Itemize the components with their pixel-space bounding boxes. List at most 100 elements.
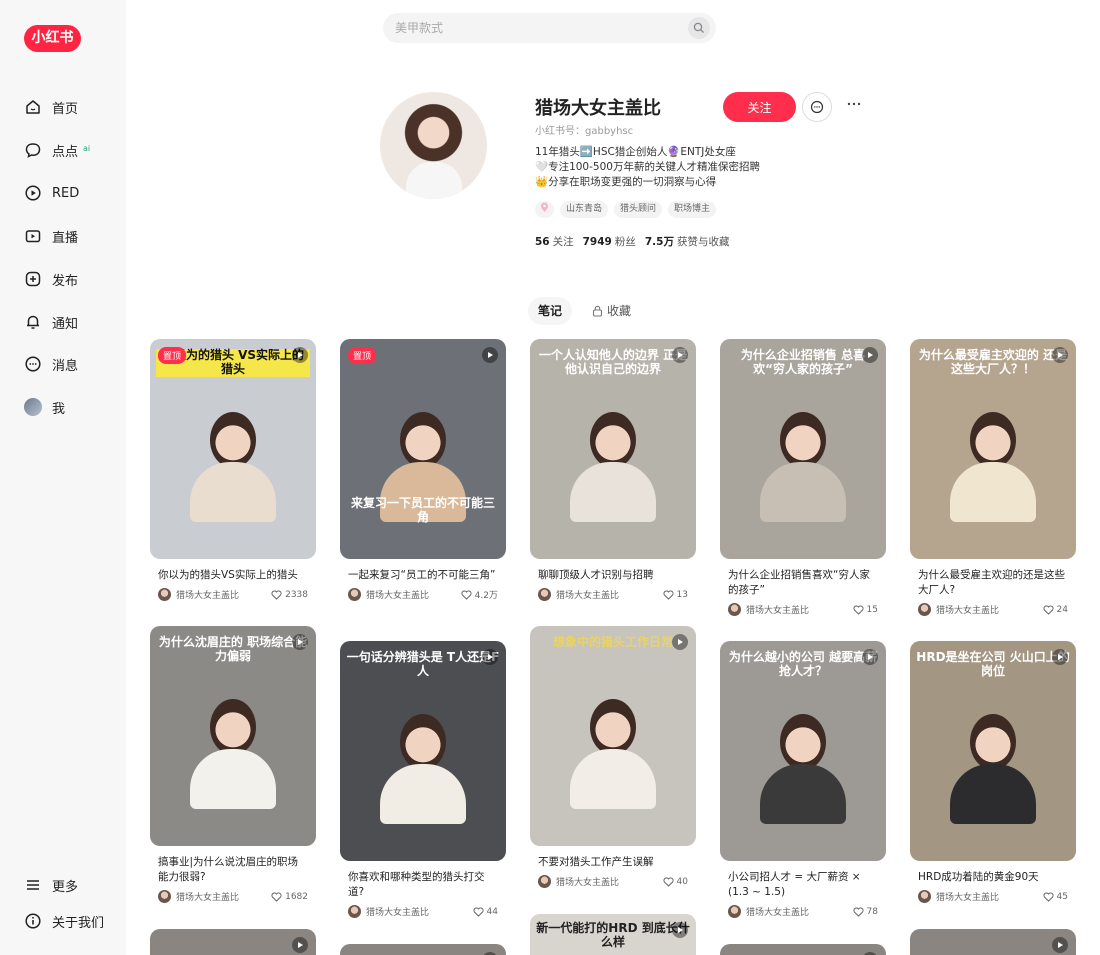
note-title[interactable]: 为什么企业招销售喜欢“穷人家的孩子” [720,568,886,598]
note-author[interactable]: 猎场大女主盖比 [348,905,429,918]
avatar [24,398,42,416]
note-card-partial[interactable] [720,944,886,955]
note-card[interactable]: HRD是坐在公司 火山口上的岗位 HRD成功着陆的黄金90天 猎场大女主盖比 4… [910,641,1076,903]
sidebar-item-me[interactable]: 我 [24,395,65,419]
note-cover[interactable]: 你以为的猎头 VS实际上的猎头 置顶 [150,339,316,559]
note-title[interactable]: 一起来复习“员工的不可能三角” [340,568,506,583]
note-card[interactable]: 你以为的猎头 VS实际上的猎头 置顶 你以为的猎头VS实际上的猎头 猎场大女主盖… [150,339,316,601]
stat-likes: 7.5万 获赞与收藏 [644,236,730,248]
note-cover[interactable]: 为什么沈眉庄的 职场综合能力偏弱 [150,626,316,846]
note-title[interactable]: 搞事业|为什么说沈眉庄的职场能力很弱? [150,855,316,885]
sidebar-item-red[interactable]: RED [24,181,79,205]
note-cover[interactable] [340,944,506,955]
note-author[interactable]: 猎场大女主盖比 [728,905,809,918]
note-cover[interactable]: 一个人认知他人的边界 正是他认识自己的边界 [530,339,696,559]
note-author[interactable]: 猎场大女主盖比 [728,603,809,616]
note-cover[interactable]: 想象中的猎头工作日常 [530,626,696,846]
like-count: 1682 [285,891,308,902]
note-card[interactable]: 来复习一下员工的不可能三角 置顶 一起来复习“员工的不可能三角” 猎场大女主盖比… [340,339,506,601]
note-card[interactable]: 为什么企业招销售 总喜欢“穷人家的孩子” 为什么企业招销售喜欢“穷人家的孩子” … [720,339,886,616]
like-button[interactable]: 44 [472,907,498,917]
note-card[interactable]: 为什么越小的公司 越要高薪抢人才？ 小公司招人才 = 大厂薪资 × (1.3 ~… [720,641,886,918]
app-logo[interactable]: 小红书 [24,25,81,52]
note-author[interactable]: 猎场大女主盖比 [918,890,999,903]
note-author[interactable]: 猎场大女主盖比 [158,588,239,601]
note-title[interactable]: 你喜欢和哪种类型的猎头打交道? [340,870,506,900]
note-title[interactable]: 不要对猎头工作产生误解 [530,855,696,870]
author-avatar [918,890,931,903]
author-name: 猎场大女主盖比 [936,606,1000,616]
like-count: 40 [676,876,688,887]
sidebar-item-label: 首页 [52,101,79,117]
note-cover[interactable]: 新一代能打的HRD 到底长什么样 [530,914,696,955]
follow-button[interactable]: 关注 [723,92,796,122]
note-card-partial[interactable] [150,929,316,955]
note-author[interactable]: 猎场大女主盖比 [158,890,239,903]
like-button[interactable]: 15 [852,605,878,615]
message-button[interactable] [802,92,832,122]
sidebar-item-messages[interactable]: 消息 [24,352,78,376]
note-cover[interactable]: 来复习一下员工的不可能三角 置顶 [340,339,506,559]
note-card[interactable]: 一句话分辨猎头是 T人还是F人 你喜欢和哪种类型的猎头打交道? 猎场大女主盖比 … [340,641,506,918]
search-button[interactable] [688,17,710,39]
note-cover[interactable]: HRD是坐在公司 火山口上的岗位 [910,641,1076,861]
sidebar-item-about[interactable]: 关于我们 [24,909,104,933]
note-card-partial[interactable] [340,944,506,955]
profile-avatar [380,92,487,199]
note-cover[interactable] [910,929,1076,955]
sidebar-item-notifications[interactable]: 通知 [24,310,78,334]
sidebar-item-live[interactable]: 直播 [24,224,78,248]
like-button[interactable]: 40 [662,876,688,887]
note-author[interactable]: 猎场大女主盖比 [538,875,619,888]
ai-badge: ai [83,143,91,153]
like-button[interactable]: 45 [1042,891,1068,902]
tab-collections[interactable]: 收藏 [582,297,641,325]
sidebar-item-home[interactable]: 首页 [24,95,78,119]
like-button[interactable]: 24 [1042,605,1068,615]
search-input[interactable] [395,21,688,35]
note-title[interactable]: 聊聊顶级人才识别与招聘 [530,568,696,583]
sidebar-item-publish[interactable]: 发布 [24,267,78,291]
like-button[interactable]: 1682 [271,892,308,902]
note-card-partial[interactable] [910,929,1076,955]
like-count: 45 [1056,891,1068,902]
cover-caption: 一个人认知他人的边界 正是他认识自己的边界 [538,348,688,376]
heart-icon [271,891,282,902]
note-author[interactable]: 猎场大女主盖比 [918,603,999,616]
note-cover[interactable]: 为什么越小的公司 越要高薪抢人才？ [720,641,886,861]
note-cover[interactable] [150,929,316,955]
sidebar-item-more[interactable]: 更多 [24,873,78,897]
note-cover[interactable]: 一句话分辨猎头是 T人还是F人 [340,641,506,861]
tab-notes[interactable]: 笔记 [528,297,573,325]
note-cover[interactable]: 为什么最受雇主欢迎的 还是这些大厂人？！ [910,339,1076,559]
note-card[interactable]: 为什么沈眉庄的 职场综合能力偏弱 搞事业|为什么说沈眉庄的职场能力很弱? 猎场大… [150,626,316,903]
sidebar-item-label: 发布 [52,273,79,289]
more-options-button[interactable] [844,96,864,116]
like-button[interactable]: 4.2万 [461,588,498,601]
note-card[interactable]: 想象中的猎头工作日常 不要对猎头工作产生误解 猎场大女主盖比 40 [530,626,696,888]
note-card[interactable]: 一个人认知他人的边界 正是他认识自己的边界 聊聊顶级人才识别与招聘 猎场大女主盖… [530,339,696,601]
profile-stats: 56 关注 7949 粉丝 7.5万 获赞与收藏 [535,234,729,249]
like-button[interactable]: 2338 [271,590,308,600]
note-title[interactable]: HRD成功着陆的黄金90天 [910,870,1076,885]
cover-caption: 一句话分辨猎头是 T人还是F人 [346,650,500,678]
stat-followers[interactable]: 7949 粉丝 [583,234,636,249]
note-title[interactable]: 为什么最受雇主欢迎的还是这些大厂人? [910,568,1076,598]
note-title[interactable]: 你以为的猎头VS实际上的猎头 [150,568,316,583]
note-meta: 猎场大女主盖比 45 [910,890,1076,903]
menu-icon [24,876,42,894]
video-play-icon [672,922,688,938]
note-cover[interactable]: 为什么企业招销售 总喜欢“穷人家的孩子” [720,339,886,559]
stat-following[interactable]: 56 关注 [535,234,574,249]
note-cover[interactable] [720,944,886,955]
sidebar-item-diandian[interactable]: 点点 ai [24,138,90,162]
note-title[interactable]: 小公司招人才 = 大厂薪资 × (1.3 ~ 1.5) [720,870,886,900]
note-author[interactable]: 猎场大女主盖比 [348,588,429,601]
note-author[interactable]: 猎场大女主盖比 [538,588,619,601]
like-button[interactable]: 78 [852,906,878,917]
author-name: 猎场大女主盖比 [746,606,810,616]
like-button[interactable]: 13 [662,590,688,600]
like-count: 78 [866,906,878,917]
note-card[interactable]: 为什么最受雇主欢迎的 还是这些大厂人？！ 为什么最受雇主欢迎的还是这些大厂人? … [910,339,1076,616]
note-card-partial[interactable]: 新一代能打的HRD 到底长什么样 [530,914,696,955]
